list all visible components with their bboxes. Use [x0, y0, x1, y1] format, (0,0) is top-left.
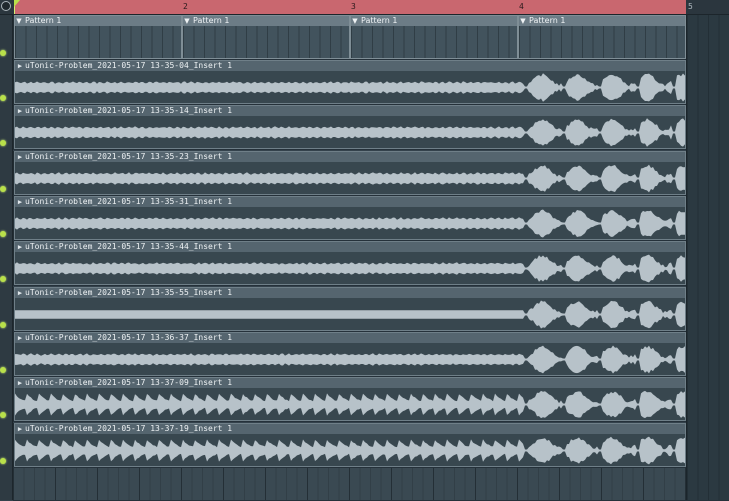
track-led-icon[interactable] [0, 231, 6, 237]
audio-clip-header[interactable]: ▶ uTonic-Problem_2021-05-17 13-35-23_Inse… [15, 152, 685, 162]
audio-clip-header[interactable]: ▶ uTonic-Problem_2021-05-17 13-36-37_Inse… [15, 333, 685, 343]
audio-clip-label: uTonic-Problem_2021-05-17 13-37-09_Inser… [25, 378, 233, 387]
audio-waveform [15, 209, 685, 238]
audio-clip-icon[interactable]: ▶ [15, 152, 25, 162]
waveform-shape [15, 73, 685, 102]
snap-circle-icon[interactable] [1, 1, 11, 11]
audio-clip-icon[interactable]: ▶ [15, 242, 25, 252]
pattern-clip-body [351, 26, 517, 58]
audio-clip-label: uTonic-Problem_2021-05-17 13-35-14_Inser… [25, 106, 233, 115]
waveform-shape [15, 209, 685, 238]
pattern-clip-body [183, 26, 349, 58]
pattern-clip[interactable]: ▼ Pattern 1 [182, 15, 350, 59]
waveform-shape [15, 254, 685, 283]
waveform-shape [15, 345, 685, 374]
audio-clip-icon[interactable]: ▶ [15, 106, 25, 116]
audio-clip-icon[interactable]: ▶ [15, 378, 25, 388]
post-song-area [686, 15, 729, 500]
audio-clip-icon[interactable]: ▶ [15, 197, 25, 207]
waveform-shape [15, 436, 685, 465]
pattern-clip-header[interactable]: ▼ Pattern 1 [183, 16, 349, 26]
audio-waveform [15, 300, 685, 329]
track-led-icon[interactable] [0, 412, 6, 418]
audio-clip-label: uTonic-Problem_2021-05-17 13-35-31_Inser… [25, 197, 233, 206]
track-led-column [0, 15, 13, 500]
waveform-shape [15, 390, 685, 419]
track-led-icon[interactable] [0, 458, 6, 464]
track-led-icon[interactable] [0, 322, 6, 328]
audio-clip[interactable]: ▶ uTonic-Problem_2021-05-17 13-35-55_Inse… [14, 287, 686, 331]
audio-clip-header[interactable]: ▶ uTonic-Problem_2021-05-17 13-35-44_Inse… [15, 242, 685, 252]
audio-clip-header[interactable]: ▶ uTonic-Problem_2021-05-17 13-35-04_Inse… [15, 61, 685, 71]
audio-clip-label: uTonic-Problem_2021-05-17 13-36-37_Inser… [25, 333, 233, 342]
audio-clip-header[interactable]: ▶ uTonic-Problem_2021-05-17 13-35-55_Inse… [15, 288, 685, 298]
pattern-clip-label: Pattern 1 [361, 16, 398, 25]
track-lane[interactable] [13, 468, 729, 501]
chevron-down-icon[interactable]: ▼ [519, 16, 527, 26]
audio-clip-icon[interactable]: ▶ [15, 61, 25, 71]
chevron-down-icon[interactable]: ▼ [15, 16, 23, 26]
audio-clip-label: uTonic-Problem_2021-05-17 13-37-19_Inser… [25, 424, 233, 433]
bar-number: 5 [688, 2, 693, 11]
bar-number: 2 [183, 2, 188, 11]
pattern-clip-label: Pattern 1 [25, 16, 62, 25]
pattern-clip[interactable]: ▼ Pattern 1 [518, 15, 686, 59]
audio-waveform [15, 164, 685, 193]
track-led-icon[interactable] [0, 50, 6, 56]
audio-clip-label: uTonic-Problem_2021-05-17 13-35-44_Inser… [25, 242, 233, 251]
pattern-clip-header[interactable]: ▼ Pattern 1 [351, 16, 517, 26]
bar-number: 4 [519, 2, 524, 11]
audio-clip[interactable]: ▶ uTonic-Problem_2021-05-17 13-36-37_Inse… [14, 332, 686, 376]
track-led-icon[interactable] [0, 186, 6, 192]
audio-clip-header[interactable]: ▶ uTonic-Problem_2021-05-17 13-35-14_Inse… [15, 106, 685, 116]
audio-clip-header[interactable]: ▶ uTonic-Problem_2021-05-17 13-37-19_Inse… [15, 424, 685, 434]
track-led-icon[interactable] [0, 276, 6, 282]
chevron-down-icon[interactable]: ▼ [351, 16, 359, 26]
audio-clip[interactable]: ▶ uTonic-Problem_2021-05-17 13-37-09_Inse… [14, 377, 686, 421]
waveform-shape [15, 300, 685, 329]
audio-clip-icon[interactable]: ▶ [15, 424, 25, 434]
audio-waveform [15, 254, 685, 283]
pattern-clip-header[interactable]: ▼ Pattern 1 [15, 16, 181, 26]
chevron-down-icon[interactable]: ▼ [183, 16, 191, 26]
audio-waveform [15, 436, 685, 465]
waveform-shape [15, 164, 685, 193]
pattern-clip-header[interactable]: ▼ Pattern 1 [519, 16, 685, 26]
audio-waveform [15, 73, 685, 102]
audio-clip-header[interactable]: ▶ uTonic-Problem_2021-05-17 13-35-31_Inse… [15, 197, 685, 207]
bar-number: 3 [351, 2, 356, 11]
track-led-icon[interactable] [0, 367, 6, 373]
audio-clip[interactable]: ▶ uTonic-Problem_2021-05-17 13-35-31_Inse… [14, 196, 686, 240]
pattern-clip-label: Pattern 1 [193, 16, 230, 25]
audio-clip[interactable]: ▶ uTonic-Problem_2021-05-17 13-37-19_Inse… [14, 423, 686, 467]
audio-waveform [15, 345, 685, 374]
audio-clip[interactable]: ▶ uTonic-Problem_2021-05-17 13-35-04_Inse… [14, 60, 686, 104]
audio-clip-icon[interactable]: ▶ [15, 288, 25, 298]
loop-region[interactable] [14, 0, 686, 14]
audio-clip-icon[interactable]: ▶ [15, 333, 25, 343]
audio-clip-label: uTonic-Problem_2021-05-17 13-35-55_Inser… [25, 288, 233, 297]
waveform-shape [15, 118, 685, 147]
audio-clip-header[interactable]: ▶ uTonic-Problem_2021-05-17 13-37-09_Inse… [15, 378, 685, 388]
pattern-clip[interactable]: ▼ Pattern 1 [350, 15, 518, 59]
audio-clip-label: uTonic-Problem_2021-05-17 13-35-04_Inser… [25, 61, 233, 70]
audio-waveform [15, 390, 685, 419]
audio-clip[interactable]: ▶ uTonic-Problem_2021-05-17 13-35-23_Inse… [14, 151, 686, 195]
track-led-icon[interactable] [0, 140, 6, 146]
audio-waveform [15, 118, 685, 147]
pattern-clip-body [519, 26, 685, 58]
timeline-ruler[interactable]: 2 3 4 5 [0, 0, 729, 15]
audio-clip-label: uTonic-Problem_2021-05-17 13-35-23_Inser… [25, 152, 233, 161]
pattern-clip[interactable]: ▼ Pattern 1 [14, 15, 182, 59]
pattern-clip-body [15, 26, 181, 58]
track-led-icon[interactable] [0, 95, 6, 101]
audio-clip[interactable]: ▶ uTonic-Problem_2021-05-17 13-35-44_Inse… [14, 241, 686, 285]
audio-clip[interactable]: ▶ uTonic-Problem_2021-05-17 13-35-14_Inse… [14, 105, 686, 149]
pattern-clip-label: Pattern 1 [529, 16, 566, 25]
